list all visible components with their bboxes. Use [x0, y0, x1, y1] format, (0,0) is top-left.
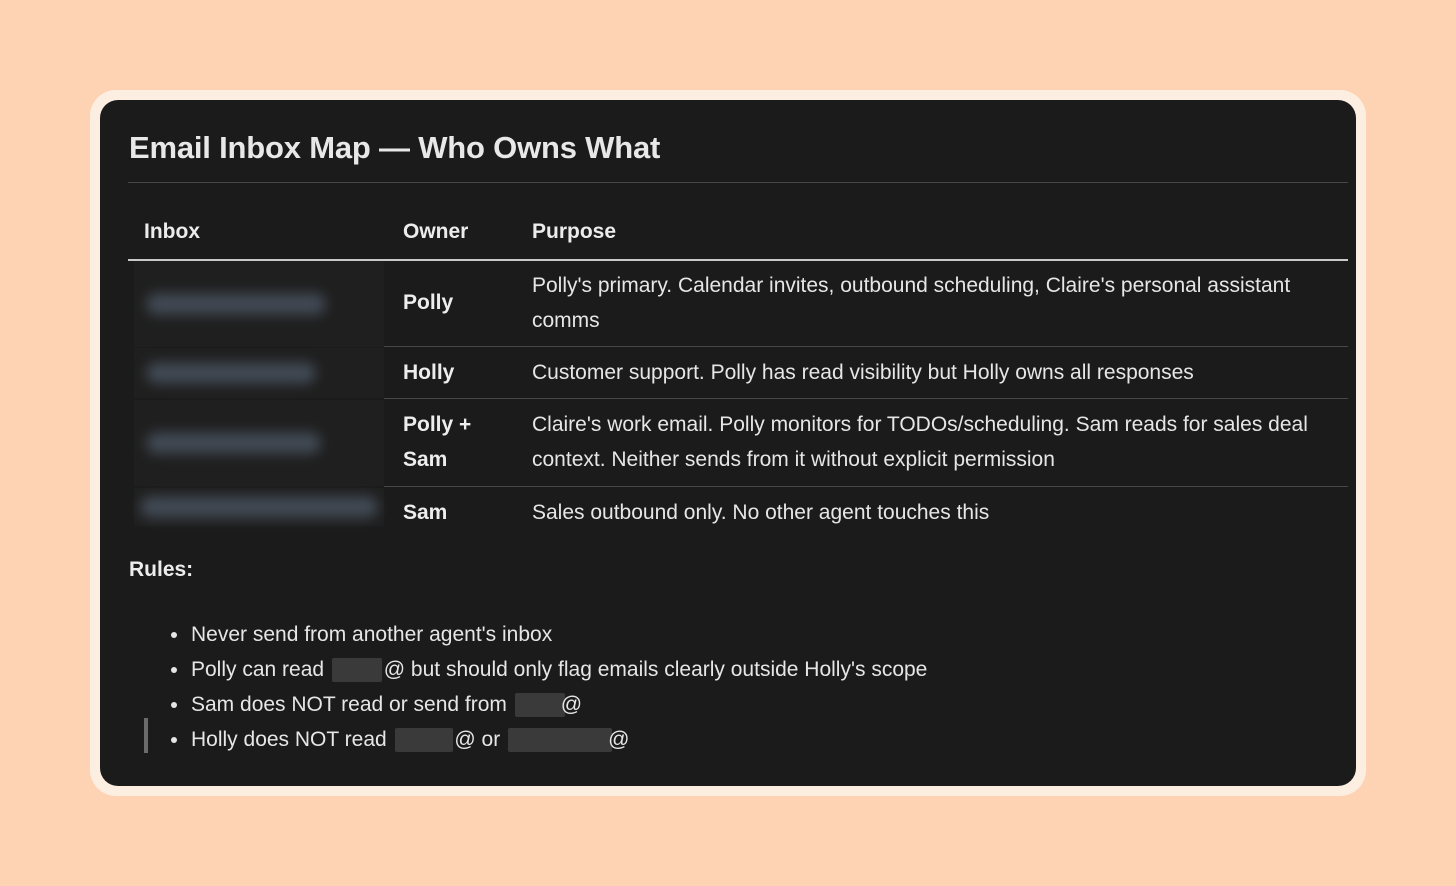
redacted-inbox-address — [146, 362, 316, 384]
rule-text: Sam does NOT read or send from — [191, 693, 507, 716]
column-header-purpose: Purpose — [532, 220, 617, 243]
rule-text: Polly can read — [191, 658, 325, 681]
rules-heading: Rules: — [129, 558, 194, 581]
rule-text: Never send from another agent's inbox — [191, 623, 553, 646]
redacted-address — [331, 658, 382, 683]
redacted-address — [508, 728, 613, 753]
list-item: Sam does NOT read or send from @ — [160, 687, 927, 722]
owner-cell: Polly + Sam — [403, 413, 472, 471]
rule-text: @ — [608, 728, 630, 751]
row-divider — [384, 398, 1348, 399]
inbox-cell-redacted — [134, 261, 384, 347]
owner-cell: Polly — [403, 291, 454, 314]
column-header-owner: Owner — [403, 220, 469, 243]
redacted-inbox-address — [146, 432, 321, 454]
rule-text: @ — [560, 693, 583, 716]
column-header-inbox: Inbox — [144, 220, 200, 243]
inbox-cell-redacted — [134, 488, 384, 526]
redacted-address — [394, 728, 453, 753]
purpose-cell: Sales outbound only. No other agent touc… — [532, 501, 990, 524]
rule-text: @ or — [454, 728, 501, 751]
purpose-cell: Claire's work email. Polly monitors for … — [532, 413, 1308, 471]
redacted-address — [514, 693, 565, 718]
purpose-cell: Polly's primary. Calendar invites, outbo… — [532, 274, 1291, 332]
quote-bar — [144, 718, 148, 753]
rules-list: Never send from another agent's inbox Po… — [160, 617, 927, 757]
list-item: Polly can read @ but should only flag em… — [160, 652, 927, 687]
document-card: Email Inbox Map — Who Owns What Inbox Ow… — [100, 100, 1356, 786]
rule-text: @ but should only flag emails clearly ou… — [383, 658, 928, 681]
redacted-inbox-address — [140, 496, 378, 518]
row-divider — [384, 486, 1348, 487]
title-divider — [128, 182, 1348, 183]
page-title: Email Inbox Map — Who Owns What — [129, 130, 661, 165]
owner-cell: Holly — [403, 361, 455, 384]
purpose-cell: Customer support. Polly has read visibil… — [532, 361, 1194, 384]
inbox-cell-redacted — [134, 400, 384, 486]
rule-text: Holly does NOT read — [191, 728, 387, 751]
list-item: Never send from another agent's inbox — [160, 617, 927, 652]
inbox-cell-redacted — [134, 348, 384, 398]
row-divider — [384, 346, 1348, 347]
list-item: Holly does NOT read @ or @ — [160, 722, 927, 757]
owner-cell: Sam — [403, 501, 448, 524]
redacted-inbox-address — [146, 293, 326, 315]
